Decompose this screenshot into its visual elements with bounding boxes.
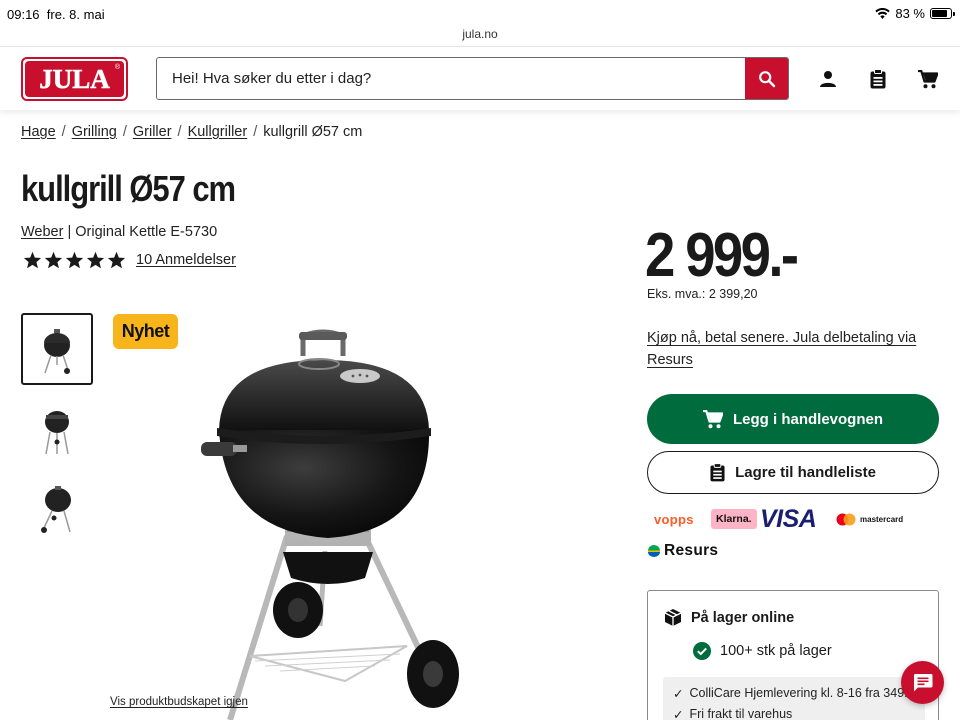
clock: 09:16 bbox=[7, 7, 40, 22]
resurs-logo: Resurs bbox=[647, 542, 718, 560]
url-bar[interactable]: jula.no bbox=[0, 27, 960, 41]
save-to-list-label: Lagre til handleliste bbox=[735, 464, 876, 481]
cart-icon bbox=[702, 409, 723, 428]
mastercard-text: mastercard bbox=[860, 514, 904, 524]
new-badge: Nyhet bbox=[113, 314, 178, 349]
payment-logos: vᴏpps Klarna. VISA mastercard bbox=[650, 504, 940, 533]
stock-info-box: På lager online 100+ stk på lager ✓ Colli… bbox=[647, 590, 939, 720]
product-model: Original Kettle E-5730 bbox=[75, 224, 218, 240]
account-button[interactable] bbox=[816, 67, 840, 91]
status-bar: 09:16 fre. 8. mai 83 % bbox=[0, 0, 960, 26]
delivery-info: ✓ ColliCare Hjemlevering kl. 8-16 fra 349… bbox=[663, 677, 925, 720]
delivery-option: ✓ Fri frakt til varehus bbox=[673, 707, 792, 720]
account-icon bbox=[820, 71, 836, 87]
product-main-image[interactable] bbox=[195, 326, 470, 720]
thumbnail-3[interactable] bbox=[21, 470, 93, 542]
breadcrumb-separator: / bbox=[61, 124, 66, 140]
breadcrumb-kullgriller[interactable]: Kullgriller bbox=[188, 124, 248, 140]
resurs-mark-icon bbox=[648, 545, 660, 557]
cart-button[interactable] bbox=[916, 67, 940, 91]
product-price: 2 999.- bbox=[645, 221, 799, 290]
breadcrumb-current: kullgrill Ø57 cm bbox=[263, 124, 363, 140]
add-to-cart-label: Legg i handlevognen bbox=[732, 410, 883, 428]
battery-icon bbox=[930, 8, 955, 19]
grill-thumbnail-image bbox=[41, 486, 71, 533]
breadcrumb-grilling[interactable]: Grilling bbox=[72, 124, 117, 140]
shopping-list-icon bbox=[870, 69, 886, 89]
klarna-logo: Klarna. bbox=[711, 509, 757, 529]
delivery-store-text: Fri frakt til varehus bbox=[689, 707, 793, 720]
breadcrumb-griller[interactable]: Griller bbox=[133, 124, 172, 140]
cart-icon bbox=[918, 69, 938, 88]
status-time: 09:16 fre. 8. mai bbox=[7, 7, 105, 22]
brand-link[interactable]: Weber bbox=[21, 224, 63, 240]
shopping-list-icon bbox=[710, 463, 725, 482]
brand-separator: | bbox=[63, 224, 76, 240]
price-ex-vat: Eks. mva.: 2 399,20 bbox=[647, 287, 758, 301]
installment-link[interactable]: Kjøp nå, betal senere. Jula delbetaling … bbox=[647, 327, 927, 371]
star-icon bbox=[107, 251, 126, 269]
date: fre. 8. mai bbox=[46, 7, 105, 22]
show-bundle-link[interactable]: Vis produktbudskapet igjen bbox=[110, 696, 248, 708]
chat-button[interactable] bbox=[901, 661, 944, 704]
logo-text: JULA bbox=[39, 63, 110, 94]
site-header: JULA ® bbox=[0, 46, 960, 110]
visa-logo: VISA bbox=[760, 504, 817, 533]
breadcrumb-separator: / bbox=[253, 124, 258, 140]
thumbnail-1[interactable] bbox=[21, 313, 93, 385]
jula-logo[interactable]: JULA ® bbox=[21, 57, 128, 101]
save-to-list-button[interactable]: Lagre til handleliste bbox=[647, 451, 939, 494]
star-icon bbox=[44, 251, 63, 269]
search-icon bbox=[758, 70, 775, 87]
star-icon bbox=[23, 251, 42, 269]
delivery-option: ✓ ColliCare Hjemlevering kl. 8-16 fra 349… bbox=[673, 686, 908, 701]
search-input[interactable] bbox=[157, 58, 747, 99]
mastercard-circles-icon bbox=[836, 513, 856, 525]
star-icon bbox=[65, 251, 84, 269]
stock-title-text: På lager online bbox=[691, 609, 795, 626]
rating: 10 Anmeldelser bbox=[23, 251, 236, 269]
thumbnail-2[interactable] bbox=[21, 392, 93, 464]
grill-thumbnail-image bbox=[44, 329, 70, 374]
logo-reg-mark: ® bbox=[114, 64, 120, 71]
resurs-text: Resurs bbox=[664, 542, 719, 559]
reviews-link[interactable]: 10 Anmeldelser bbox=[136, 252, 236, 268]
stock-qty-text: 100+ stk på lager bbox=[720, 643, 832, 659]
breadcrumb-hage[interactable]: Hage bbox=[21, 124, 56, 140]
delivery-home-text: ColliCare Hjemlevering kl. 8-16 fra 349. bbox=[689, 686, 908, 700]
breadcrumb: Hage / Grilling / Griller / Kullgriller / ku… bbox=[21, 124, 362, 140]
status-right: 83 % bbox=[875, 6, 955, 21]
star-icon bbox=[86, 251, 105, 269]
add-to-cart-button[interactable]: Legg i handlevognen bbox=[647, 394, 939, 444]
search-bar bbox=[156, 57, 789, 100]
breadcrumb-separator: / bbox=[177, 124, 182, 140]
product-brand-line: Weber | Original Kettle E-5730 bbox=[21, 224, 217, 240]
checkmark-icon: ✓ bbox=[673, 708, 684, 720]
vipps-logo: vᴏpps bbox=[654, 511, 694, 527]
check-circle-icon bbox=[693, 642, 711, 660]
grill-thumbnail-image bbox=[45, 411, 69, 455]
breadcrumb-separator: / bbox=[122, 124, 127, 140]
battery-percent: 83 % bbox=[895, 6, 925, 21]
checkmark-icon: ✓ bbox=[673, 687, 684, 701]
wifi-icon bbox=[875, 8, 891, 19]
mastercard-logo: mastercard bbox=[836, 507, 903, 531]
rating-stars bbox=[23, 251, 126, 269]
product-title: kullgrill Ø57 cm bbox=[21, 168, 236, 209]
shopping-list-button[interactable] bbox=[866, 67, 890, 91]
search-button[interactable] bbox=[745, 58, 788, 99]
chat-icon bbox=[913, 674, 932, 692]
stock-quantity: 100+ stk på lager bbox=[693, 642, 832, 660]
package-icon bbox=[664, 609, 682, 626]
stock-online-title: På lager online bbox=[664, 608, 794, 627]
